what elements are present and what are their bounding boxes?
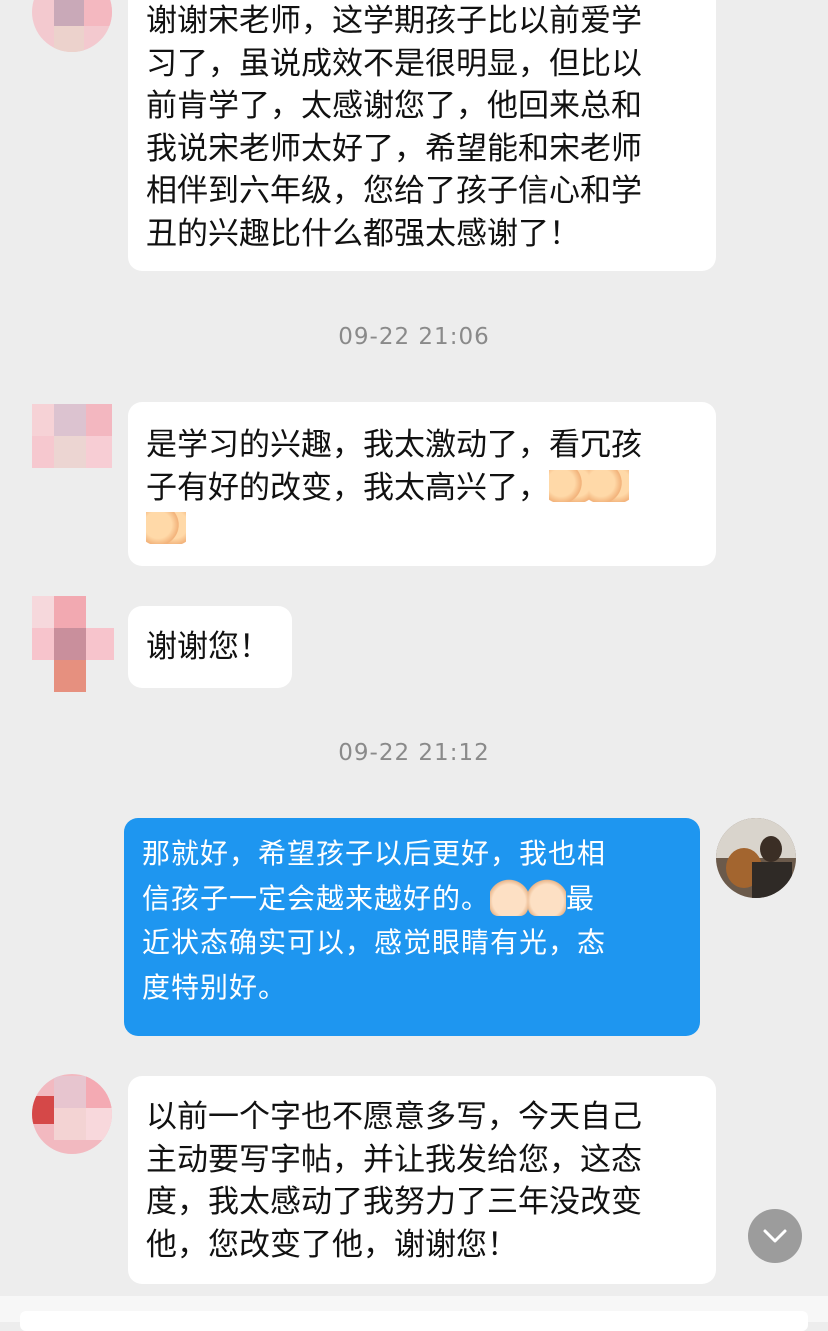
folded-hands-emoji [549,469,589,502]
message-text: 前肯学了，太感谢您了，他回来总和 [146,88,642,124]
message-input[interactable] [20,1311,808,1331]
message-bubble[interactable]: 以前一个字也不愿意多写，今天自己 主动要写字帖，并让我发给您，这态 度，我太感动… [128,1076,716,1284]
folded-hands-emoji [146,512,186,544]
message-text: 度，我太感动了我努力了三年没改变 [146,1184,642,1220]
message-text: 主动要写字帖，并让我发给您，这态 [146,1141,642,1178]
message-text: 是学习的兴趣，我太激动了，看冗孩 [146,427,642,463]
message-text: 那就好，希望孩子以后更好，我也相 [142,837,607,870]
message-text: 谢谢宋老师，这学期孩子比以前爱学 [146,3,642,39]
message-bubble-outgoing[interactable]: 那就好，希望孩子以后更好，我也相 信孩子一定会越来越好的。 最 近状态确实可以，感… [124,818,700,1036]
message-bubble[interactable]: 谢谢您！ [128,606,292,688]
message-text: 以前一个字也不愿意多写，今天自己 [146,1099,642,1135]
message-bubble[interactable]: 谢谢宋老师，这学期孩子比以前爱学 习了，虽说成效不是很明显，但比以 前肯学了，太… [128,0,716,271]
chevron-down-icon [763,1229,787,1243]
input-bar [0,1296,828,1331]
message-text: 他，您改变了他，谢谢您！ [146,1226,518,1263]
scroll-to-bottom-button[interactable] [748,1209,802,1263]
message-text: 最 [566,881,596,915]
message-text: 我说宋老师太好了，希望能和宋老师 [146,130,642,167]
message-text: 习了，虽说成效不是很明显，但比以 [146,45,642,82]
message-text: 谢谢您！ [146,629,270,665]
message-text: 近状态确实可以，感觉眼睛有光，态 [142,926,607,959]
message-text: 度特别好。 [142,970,288,1004]
folded-hands-emoji [589,469,629,502]
thumbs-up-emoji [528,877,567,916]
message-text: 丑的兴趣比什么都强太感谢了！ [146,215,580,252]
my-avatar[interactable] [716,818,796,898]
thumbs-up-emoji [490,877,529,916]
message-text: 相伴到六年级，您给了孩子信心和学 [146,173,642,209]
message-bubble[interactable]: 是学习的兴趣，我太激动了，看冗孩 子有好的改变，我太高兴了， [128,402,716,566]
timestamp: 09-22 21:12 [338,740,490,766]
message-text: 信孩子一定会越来越好的。 [142,881,491,915]
contact-avatar[interactable] [32,1074,112,1154]
message-text: 子有好的改变，我太高兴了， [146,469,549,506]
timestamp: 09-22 21:06 [338,324,490,350]
contact-avatar[interactable] [32,596,114,692]
contact-avatar[interactable] [32,404,112,484]
contact-avatar[interactable] [32,0,112,52]
